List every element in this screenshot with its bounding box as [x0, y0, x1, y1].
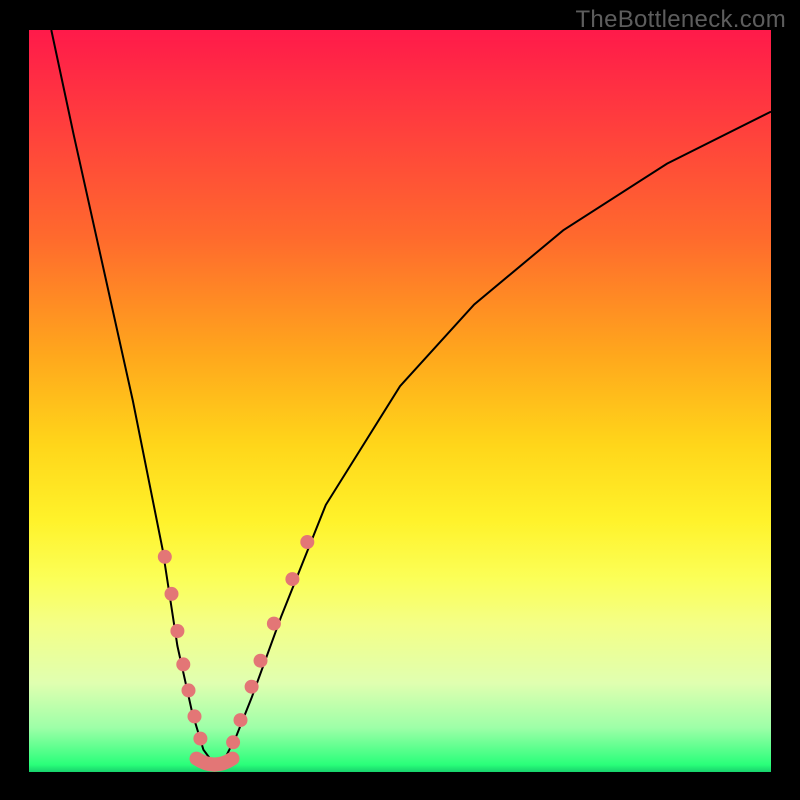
curve-marker — [254, 654, 268, 668]
curve-marker — [285, 572, 299, 586]
chart-frame: TheBottleneck.com — [0, 0, 800, 800]
bottleneck-curve — [51, 30, 771, 765]
curve-marker — [182, 683, 196, 697]
curve-marker — [188, 709, 202, 723]
curve-marker — [176, 657, 190, 671]
valley-highlight — [197, 759, 233, 765]
curve-svg — [29, 30, 771, 772]
curve-marker — [170, 624, 184, 638]
curve-marker — [193, 732, 207, 746]
curve-marker — [300, 535, 314, 549]
plot-area — [29, 30, 771, 772]
marker-group — [158, 535, 314, 749]
curve-marker — [267, 617, 281, 631]
curve-marker — [245, 680, 259, 694]
curve-marker — [158, 550, 172, 564]
curve-marker — [226, 735, 240, 749]
curve-marker — [234, 713, 248, 727]
curve-marker — [165, 587, 179, 601]
